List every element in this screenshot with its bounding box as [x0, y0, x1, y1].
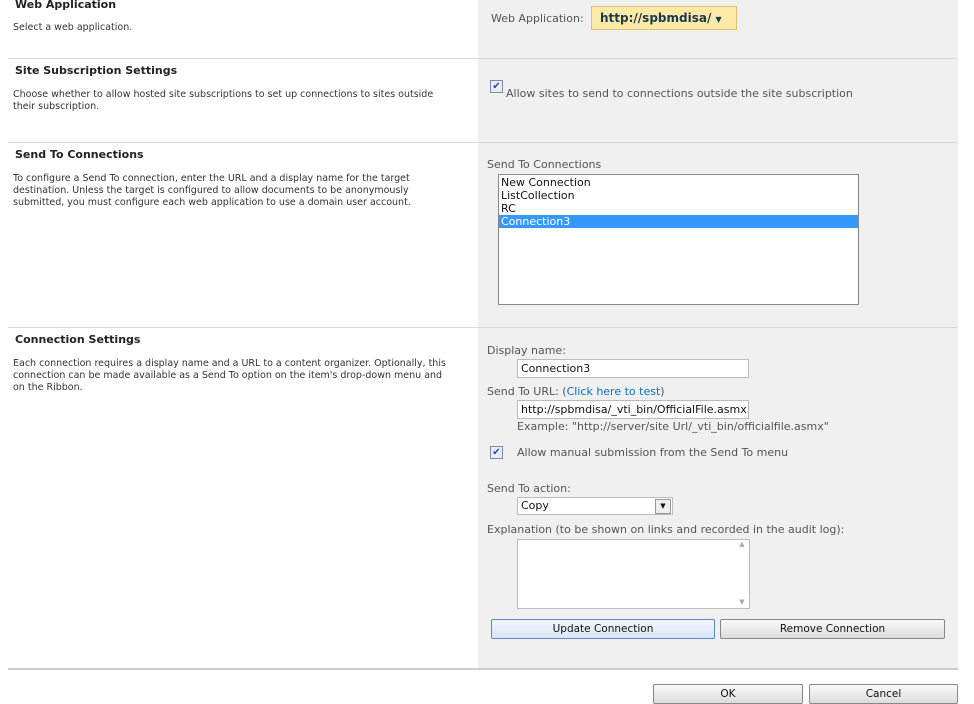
- section-title: Site Subscription Settings: [15, 64, 178, 77]
- section-desc: Select a web application.: [13, 22, 133, 33]
- section-title: Connection Settings: [15, 333, 141, 346]
- scroll-up-icon[interactable]: ▲: [735, 540, 749, 548]
- action-value: Copy: [521, 499, 549, 512]
- display-name-input[interactable]: Connection3: [517, 359, 749, 378]
- list-item[interactable]: RC: [499, 202, 858, 215]
- list-item[interactable]: ListCollection: [499, 189, 858, 202]
- scrollbar[interactable]: ▲ ▼: [735, 540, 749, 608]
- allow-outside-label: Allow sites to send to connections outsi…: [506, 87, 853, 100]
- section-desc: To configure a Send To connection, enter…: [13, 173, 411, 208]
- section-desc: Each connection requires a display name …: [13, 358, 446, 393]
- test-link[interactable]: Click here to test: [567, 385, 661, 398]
- scroll-down-icon[interactable]: ▼: [735, 598, 749, 606]
- web-app-selector[interactable]: http://spbmdisa/ ▼: [591, 6, 737, 30]
- section-title: Web Application: [15, 0, 117, 11]
- url-label-text: Send To URL: (: [487, 385, 567, 398]
- web-app-label: Web Application:: [491, 12, 584, 25]
- remove-connection-button[interactable]: Remove Connection: [720, 619, 945, 639]
- chevron-down-icon: ▼: [655, 499, 671, 514]
- ok-button[interactable]: OK: [653, 684, 803, 704]
- list-item[interactable]: New Connection: [499, 176, 858, 189]
- send-to-action-label: Send To action:: [487, 482, 571, 495]
- send-to-url-label: Send To URL: (Click here to test): [487, 385, 665, 398]
- url-example: Example: "http://server/site Url/_vti_bi…: [517, 420, 829, 433]
- display-name-label: Display name:: [487, 344, 566, 357]
- update-connection-button[interactable]: Update Connection: [491, 619, 715, 639]
- send-to-action-select[interactable]: Copy ▼: [517, 497, 673, 515]
- connections-listbox[interactable]: New Connection ListCollection RC Connect…: [498, 174, 859, 305]
- section-desc: Choose whether to allow hosted site subs…: [13, 89, 434, 112]
- cancel-button[interactable]: Cancel: [809, 684, 958, 704]
- send-to-url-input[interactable]: http://spbmdisa/_vti_bin/OfficialFile.as…: [517, 400, 749, 419]
- explanation-label: Explanation (to be shown on links and re…: [487, 523, 845, 536]
- manual-submission-label: Allow manual submission from the Send To…: [517, 446, 789, 459]
- section-title: Send To Connections: [15, 148, 144, 161]
- list-item-selected[interactable]: Connection3: [499, 215, 858, 228]
- allow-outside-checkbox[interactable]: ✔: [490, 80, 503, 93]
- chevron-down-icon: ▼: [715, 15, 722, 24]
- url-label-end: ): [660, 385, 665, 398]
- connections-list-label: Send To Connections: [487, 158, 602, 171]
- web-app-value: http://spbmdisa/: [600, 11, 712, 25]
- explanation-textarea[interactable]: [517, 539, 750, 609]
- manual-submission-checkbox[interactable]: ✔: [490, 446, 503, 459]
